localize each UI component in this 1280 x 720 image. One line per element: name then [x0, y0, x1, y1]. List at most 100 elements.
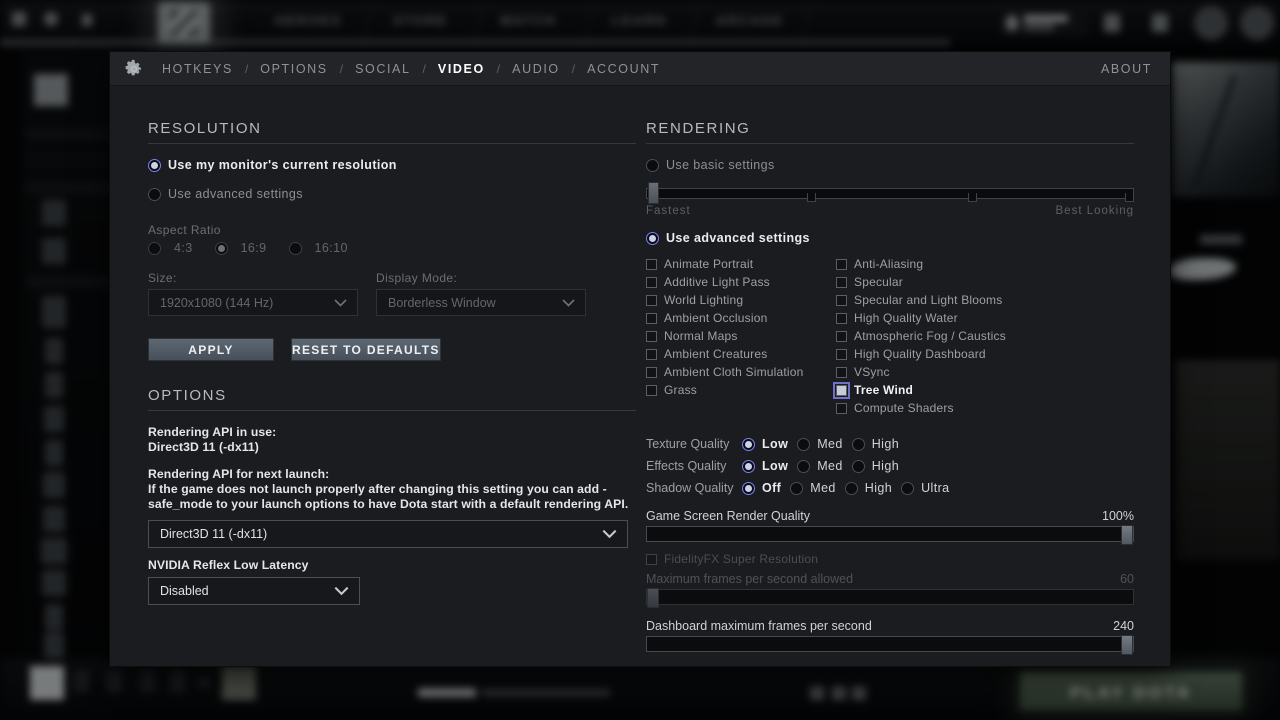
checkbox-label-fidelityfx-super-resolution: FidelityFX Super Resolution	[664, 552, 818, 566]
about-link[interactable]: ABOUT	[1101, 62, 1152, 76]
effects-quality-option-med[interactable]: Med	[797, 459, 843, 473]
checkbox-row-ambient-creatures[interactable]: Ambient Creatures	[646, 345, 836, 363]
checkbox-row-specular-and-light-blooms[interactable]: Specular and Light Blooms	[836, 291, 1134, 309]
tab-hotkeys[interactable]: HOTKEYS	[160, 62, 235, 76]
radio-basic-settings[interactable]	[646, 159, 659, 172]
checkbox-label-compute-shaders: Compute Shaders	[854, 401, 954, 415]
checkbox-world-lighting[interactable]	[646, 295, 657, 306]
radio-effects-high[interactable]	[852, 460, 865, 473]
checkbox-atmospheric-fog-caustics[interactable]	[836, 331, 847, 342]
render-quality-slider-group: Game Screen Render Quality 100%	[646, 509, 1134, 542]
radio-shadow-ultra[interactable]	[901, 482, 914, 495]
tab-video[interactable]: VIDEO	[436, 62, 487, 76]
texture-quality-option-low[interactable]: Low	[742, 437, 788, 451]
render-quality-slider-track[interactable]	[646, 526, 1134, 542]
checkbox-row-tree-wind[interactable]: Tree Wind	[836, 381, 1134, 399]
checkbox-label-high-quality-dashboard: High Quality Dashboard	[854, 347, 986, 361]
checkbox-row-grass[interactable]: Grass	[646, 381, 836, 399]
radio-effects-low[interactable]	[742, 460, 755, 473]
display-mode-label: Display Mode:	[376, 271, 586, 285]
apply-button[interactable]: APPLY	[148, 338, 274, 361]
display-mode-select[interactable]: Borderless Window	[376, 289, 586, 316]
radio-aspect-4-3[interactable]	[148, 242, 161, 255]
checkbox-high-quality-water[interactable]	[836, 313, 847, 324]
shadow-quality-option-med[interactable]: Med	[790, 481, 836, 495]
tab-options[interactable]: OPTIONS	[258, 62, 329, 76]
dashboard-fps-slider-knob[interactable]	[1121, 635, 1133, 655]
checkbox-ambient-occlusion[interactable]	[646, 313, 657, 324]
checkbox-row-ambient-occlusion[interactable]: Ambient Occlusion	[646, 309, 836, 327]
checkbox-row-atmospheric-fog-caustics[interactable]: Atmospheric Fog / Caustics	[836, 327, 1134, 345]
checkbox-row-specular[interactable]: Specular	[836, 273, 1134, 291]
checkbox-animate-portrait[interactable]	[646, 259, 657, 270]
checkbox-specular[interactable]	[836, 277, 847, 288]
checkbox-row-vsync[interactable]: VSync	[836, 363, 1134, 381]
shadow-quality-med-label: Med	[810, 481, 836, 495]
basic-quality-slider[interactable]	[646, 180, 1134, 204]
shadow-quality-option-off[interactable]: Off	[742, 481, 781, 495]
checkbox-row-ambient-cloth-simulation[interactable]: Ambient Cloth Simulation	[646, 363, 836, 381]
checkbox-row-normal-maps[interactable]: Normal Maps	[646, 327, 836, 345]
size-select[interactable]: 1920x1080 (144 Hz)	[148, 289, 358, 316]
tab-social[interactable]: SOCIAL	[353, 62, 412, 76]
reset-to-defaults-button[interactable]: RESET TO DEFAULTS	[291, 338, 441, 361]
effects-quality-option-low[interactable]: Low	[742, 459, 788, 473]
basic-quality-slider-knob[interactable]	[648, 182, 659, 204]
checkbox-ambient-creatures[interactable]	[646, 349, 657, 360]
checkbox-tree-wind[interactable]	[836, 385, 847, 396]
max-fps-slider-track[interactable]	[646, 589, 1134, 605]
shadow-quality-option-high[interactable]: High	[845, 481, 892, 495]
tab-account[interactable]: ACCOUNT	[585, 62, 662, 76]
radio-texture-high[interactable]	[852, 438, 865, 451]
rendering-mode-advanced[interactable]: Use advanced settings	[646, 231, 1134, 245]
checkbox-normal-maps[interactable]	[646, 331, 657, 342]
checkbox-ambient-cloth-simulation[interactable]	[646, 367, 657, 378]
radio-aspect-16-9[interactable]	[215, 242, 228, 255]
checkbox-row-fidelityfx-super-resolution[interactable]: FidelityFX Super Resolution	[646, 550, 1134, 568]
checkbox-row-additive-light-pass[interactable]: Additive Light Pass	[646, 273, 836, 291]
radio-texture-med[interactable]	[797, 438, 810, 451]
radio-shadow-med[interactable]	[790, 482, 803, 495]
texture-quality-option-high[interactable]: High	[852, 437, 899, 451]
resolution-mode-advanced[interactable]: Use advanced settings	[148, 187, 636, 201]
checkbox-specular-and-light-blooms[interactable]	[836, 295, 847, 306]
radio-monitor-resolution[interactable]	[148, 159, 161, 172]
radio-aspect-16-10[interactable]	[289, 242, 302, 255]
tab-separator: /	[330, 62, 353, 76]
checkbox-row-compute-shaders[interactable]: Compute Shaders	[836, 399, 1134, 417]
effects-quality-option-high[interactable]: High	[852, 459, 899, 473]
resolution-mode-monitor[interactable]: Use my monitor's current resolution	[148, 158, 636, 172]
checkbox-vsync[interactable]	[836, 367, 847, 378]
nvidia-reflex-select[interactable]: Disabled	[148, 577, 360, 605]
tab-audio[interactable]: AUDIO	[510, 62, 562, 76]
checkbox-row-high-quality-water[interactable]: High Quality Water	[836, 309, 1134, 327]
radio-shadow-off[interactable]	[742, 482, 755, 495]
checkbox-additive-light-pass[interactable]	[646, 277, 657, 288]
checkbox-row-high-quality-dashboard[interactable]: High Quality Dashboard	[836, 345, 1134, 363]
shadow-quality-option-ultra[interactable]: Ultra	[901, 481, 949, 495]
checkbox-compute-shaders[interactable]	[836, 403, 847, 414]
checkbox-row-anti-aliasing[interactable]: Anti-Aliasing	[836, 255, 1134, 273]
chevron-down-icon	[334, 299, 347, 307]
shadow-quality-off-label: Off	[762, 481, 781, 495]
radio-shadow-high[interactable]	[845, 482, 858, 495]
dashboard-fps-label: Dashboard maximum frames per second	[646, 619, 872, 633]
max-fps-slider-knob[interactable]	[647, 588, 659, 608]
rendering-mode-basic[interactable]: Use basic settings	[646, 158, 1134, 172]
radio-effects-med[interactable]	[797, 460, 810, 473]
checkbox-row-world-lighting[interactable]: World Lighting	[646, 291, 836, 309]
settings-body: RESOLUTION Use my monitor's current reso…	[110, 86, 1170, 666]
checkbox-anti-aliasing[interactable]	[836, 259, 847, 270]
dashboard-fps-slider-track[interactable]	[646, 636, 1134, 652]
resolution-section-title: RESOLUTION	[148, 120, 636, 144]
radio-texture-low[interactable]	[742, 438, 755, 451]
checkbox-fidelityfx-super-resolution[interactable]	[646, 554, 657, 565]
texture-quality-option-med[interactable]: Med	[797, 437, 843, 451]
checkbox-grass[interactable]	[646, 385, 657, 396]
render-quality-slider-knob[interactable]	[1121, 525, 1133, 545]
radio-advanced-resolution[interactable]	[148, 188, 161, 201]
radio-advanced-settings[interactable]	[646, 232, 659, 245]
checkbox-high-quality-dashboard[interactable]	[836, 349, 847, 360]
checkbox-row-animate-portrait[interactable]: Animate Portrait	[646, 255, 836, 273]
rendering-api-select[interactable]: Direct3D 11 (-dx11)	[148, 520, 628, 548]
